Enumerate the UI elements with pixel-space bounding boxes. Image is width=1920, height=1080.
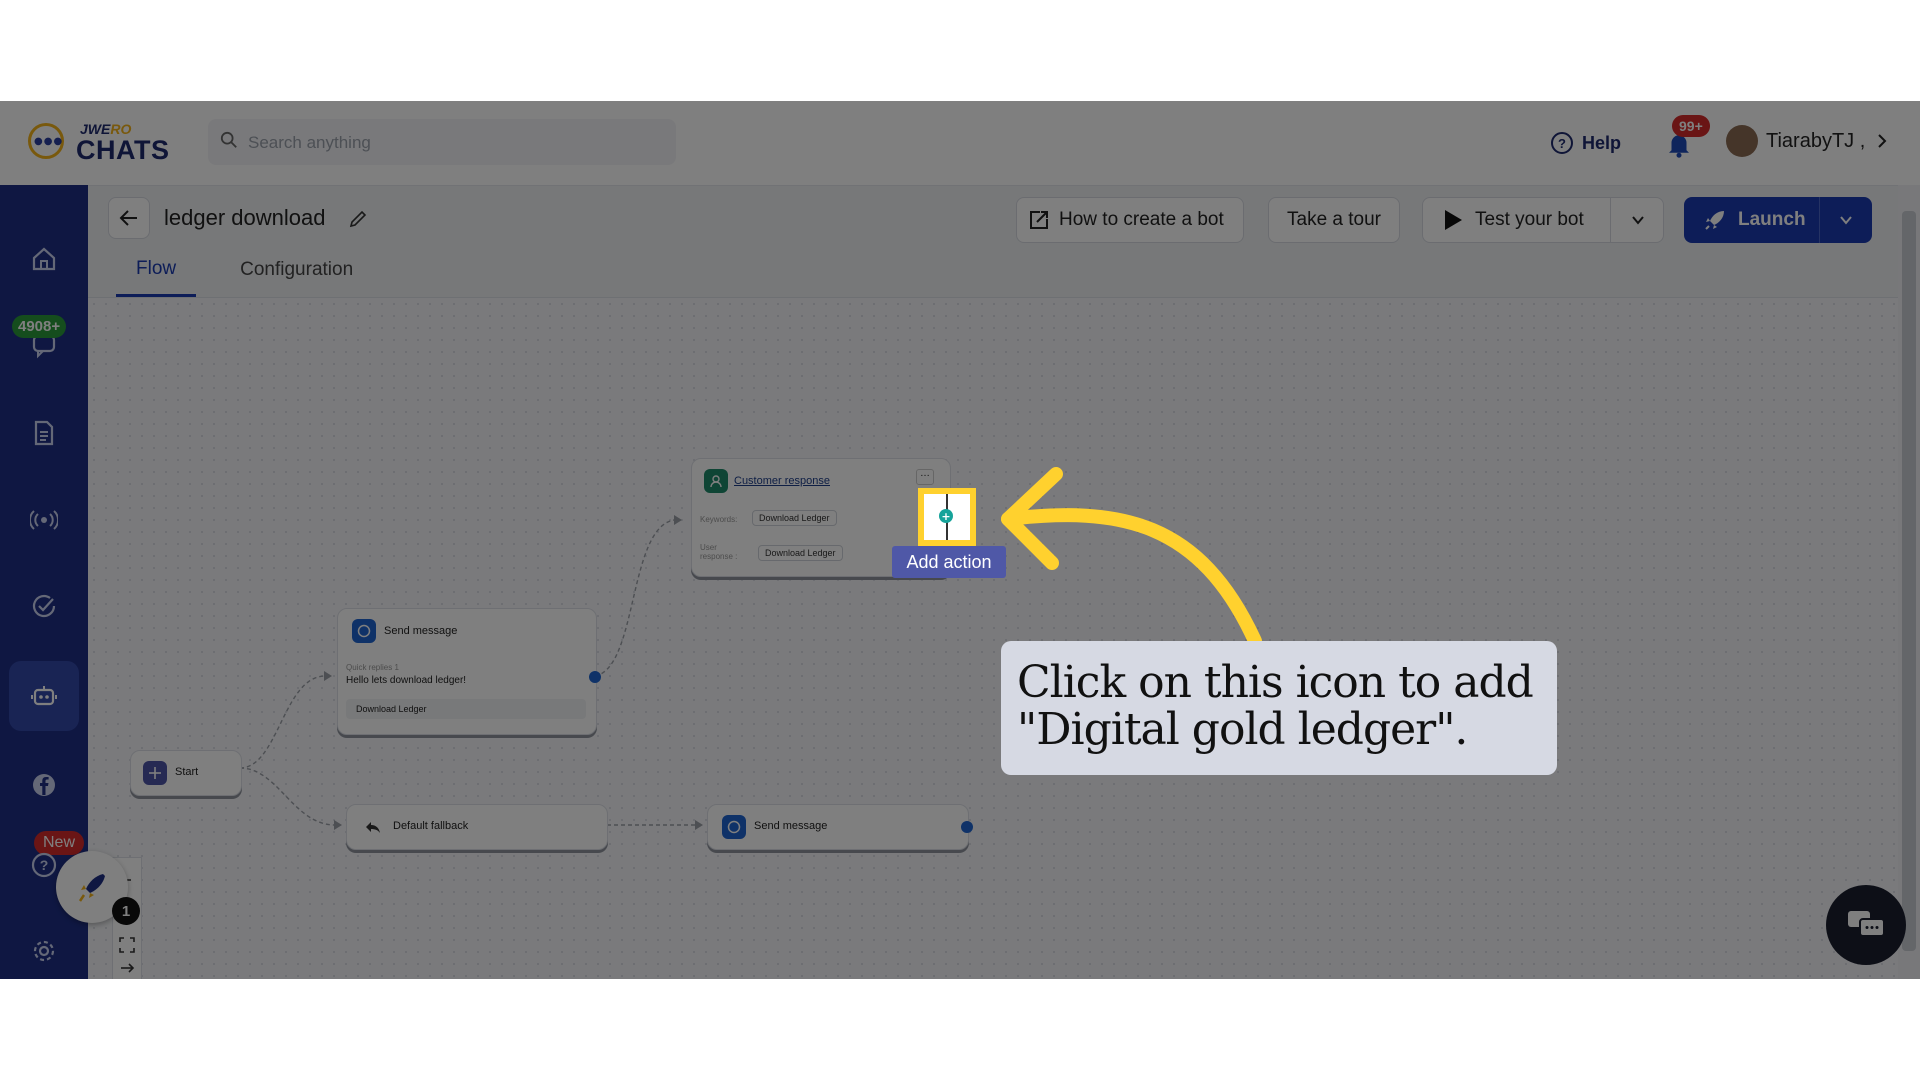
- app-window: ●●● JWERO CHATS ? Help 99+ TiarabyTJ , 4…: [0, 101, 1920, 979]
- add-action-highlight[interactable]: +: [918, 488, 976, 546]
- add-action-icon[interactable]: +: [939, 509, 953, 523]
- guide-callout-text: Click on this icon to add "Digital gold …: [1017, 657, 1534, 755]
- guide-callout: Click on this icon to add "Digital gold …: [1001, 641, 1557, 775]
- add-action-tooltip: Add action: [892, 546, 1006, 578]
